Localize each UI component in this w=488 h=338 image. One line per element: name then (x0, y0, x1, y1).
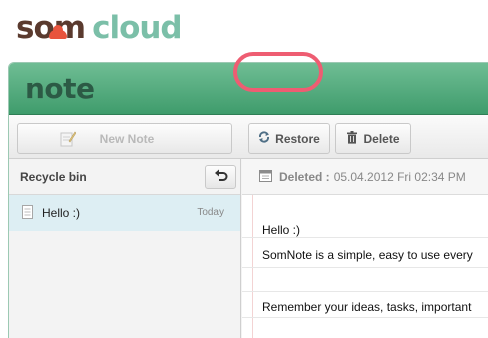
delete-label: Delete (363, 131, 400, 146)
new-note-button[interactable]: New Note (17, 123, 232, 154)
ruled-line (242, 237, 488, 238)
toolbar: New Note Restore Delete (9, 115, 488, 159)
new-note-label: New Note (99, 131, 155, 146)
note-meta-bar: Deleted : 05.04.2012 Fri 02:34 PM (242, 159, 488, 195)
list-item[interactable]: Hello :) Today (9, 195, 240, 231)
list-item-date: Today (197, 207, 224, 218)
back-button[interactable] (205, 165, 236, 189)
logo-text-cloud: cloud (92, 10, 183, 46)
logo-text-som: som (16, 10, 86, 46)
new-note-icon (60, 130, 77, 151)
deleted-date: 05.04.2012 Fri 02:34 PM (333, 169, 466, 184)
recycle-bin-header: Recycle bin (9, 159, 240, 195)
somcloud-logo: som cloud (16, 6, 183, 46)
ruled-line (242, 317, 488, 318)
trash-icon (346, 130, 358, 147)
restore-label: Restore (275, 131, 320, 146)
deleted-status-label: Deleted : (279, 169, 330, 184)
note-detail-pane: Deleted : 05.04.2012 Fri 02:34 PM Hello … (242, 159, 488, 338)
document-icon (22, 204, 33, 222)
app-title: note (25, 72, 95, 105)
calendar-icon (259, 169, 272, 185)
note-body[interactable]: Hello :) SomNote is a simple, easy to us… (242, 195, 488, 338)
delete-button[interactable]: Delete (335, 123, 411, 154)
restore-highlight-annotation (233, 52, 323, 92)
recycle-bin-title: Recycle bin (20, 169, 87, 184)
list-item-title: Hello :) (42, 206, 81, 220)
restore-button[interactable]: Restore (248, 123, 330, 154)
recycle-bin-pane: Recycle bin Hello :) Today (9, 159, 241, 338)
note-text-line: Hello :) (262, 223, 301, 237)
undo-arrow-icon (214, 169, 228, 185)
restore-icon (258, 131, 270, 146)
note-text-line: SomNote is a simple, easy to use every (262, 248, 473, 262)
ruled-line (242, 267, 488, 268)
ruled-line (242, 291, 488, 292)
note-app-window: note New Note Restore Delete Recycle bin… (8, 62, 488, 338)
note-text-line: Remember your ideas, tasks, important (262, 300, 472, 314)
cloud-icon (49, 25, 67, 39)
